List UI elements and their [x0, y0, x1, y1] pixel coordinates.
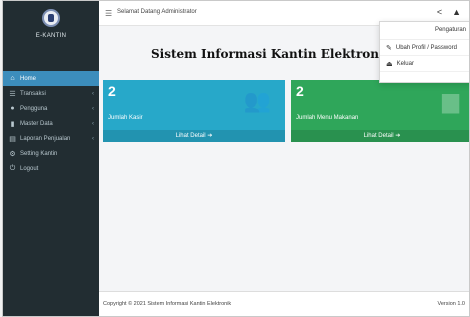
stat-detail-link[interactable]: Lihat Detail ➔	[291, 130, 469, 142]
arrow-circle-right-icon: ➔	[207, 133, 213, 139]
logo	[42, 9, 60, 27]
sidebar-item-label: Master Data	[20, 120, 53, 127]
dropdown-item-edit-profile[interactable]: ✎ Ubah Profil / Password	[380, 40, 469, 56]
stat-box-kasir: 2 Jumlah Kasir 👥 Lihat Detail ➔	[103, 80, 285, 142]
dropdown-item-keluar[interactable]: ⏏ Keluar	[380, 56, 469, 72]
brand: E-KANTIN	[3, 9, 99, 71]
stat-box-menu: 2 Jumlah Menu Makanan ▆ Lihat Detail ➔	[291, 80, 469, 142]
users-icon: 👥	[243, 88, 271, 113]
version-text: Version 1.0	[437, 301, 465, 307]
gear-icon: ⚙	[9, 150, 16, 158]
sidebar-menu: ⌂ Home ☰ Transaksi ‹ ● Pengguna ‹ ▮ Mast…	[3, 71, 99, 176]
sidebar-item-label: Transaksi	[20, 90, 46, 97]
sidebar-item-label: Laporan Penjualan	[20, 135, 71, 142]
stat-label: Jumlah Menu Makanan	[296, 115, 359, 121]
sidebar-item-label: Home	[20, 75, 37, 82]
user-menu-icon[interactable]: ▲	[452, 7, 461, 17]
home-icon: ⌂	[10, 75, 15, 82]
sidebar-item-home[interactable]: ⌂ Home	[3, 71, 99, 86]
edit-icon: ✎	[386, 44, 392, 52]
report-icon: ▤	[9, 135, 16, 143]
sidebar-item-pengguna[interactable]: ● Pengguna ‹	[3, 101, 99, 116]
dropdown-header: Pengaturan	[380, 22, 469, 40]
page-footer: Copyright © 2021 Sistem Informasi Kantin…	[99, 291, 469, 316]
sidebar-item-label: Logout	[20, 165, 39, 172]
topbar-icons: < ▲	[437, 7, 461, 17]
app-window: E-KANTIN ⌂ Home ☰ Transaksi ‹ ● Pengguna…	[2, 0, 470, 317]
sidebar-item-transaksi[interactable]: ☰ Transaksi ‹	[3, 86, 99, 101]
book-icon: ▮	[10, 120, 15, 128]
chevron-left-icon: ‹	[92, 90, 94, 97]
stat-detail-link[interactable]: Lihat Detail ➔	[103, 130, 285, 142]
dropdown-item-label: Keluar	[396, 60, 414, 67]
document-icon: ▆	[442, 88, 459, 113]
stat-value: 2	[108, 83, 116, 99]
link-label: Lihat Detail	[175, 133, 206, 139]
list-icon: ☰	[9, 90, 16, 98]
chevron-left-icon: ‹	[92, 120, 94, 127]
user-icon: ●	[10, 105, 15, 112]
sidebar-item-master-data[interactable]: ▮ Master Data ‹	[3, 116, 99, 131]
sidebar-item-logout[interactable]: ⏻ Logout	[3, 161, 99, 176]
logout-icon: ⏻	[9, 164, 16, 172]
signout-icon: ⏏	[386, 60, 393, 68]
sidebar-item-laporan[interactable]: ▤ Laporan Penjualan ‹	[3, 131, 99, 146]
share-icon[interactable]: <	[437, 7, 442, 17]
stat-label: Jumlah Kasir	[108, 115, 143, 121]
user-dropdown: Pengaturan ✎ Ubah Profil / Password ⏏ Ke…	[379, 21, 469, 83]
brand-name: E-KANTIN	[35, 33, 67, 39]
sidebar-item-label: Pengguna	[20, 105, 48, 112]
chevron-left-icon: ‹	[92, 105, 94, 112]
arrow-circle-right-icon: ➔	[395, 133, 401, 139]
welcome-text: Selamat Datang Administrator	[117, 9, 197, 15]
sidebar-item-label: Setting Kantin	[20, 150, 58, 157]
sidebar: E-KANTIN ⌂ Home ☰ Transaksi ‹ ● Pengguna…	[3, 1, 99, 316]
stat-value: 2	[296, 83, 304, 99]
menu-toggle-icon[interactable]: ☰	[105, 9, 112, 18]
copyright-text: Copyright © 2021 Sistem Informasi Kantin…	[103, 301, 232, 307]
dropdown-item-label: Ubah Profil / Password	[395, 44, 457, 51]
link-label: Lihat Detail	[363, 133, 394, 139]
chevron-left-icon: ‹	[92, 135, 94, 142]
sidebar-item-setting[interactable]: ⚙ Setting Kantin	[3, 146, 99, 161]
